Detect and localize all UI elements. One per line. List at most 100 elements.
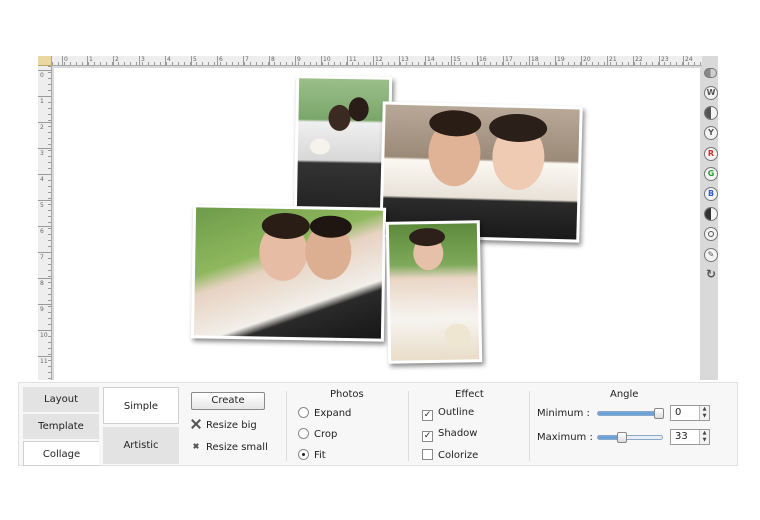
ruler-tick: 13 xyxy=(399,56,409,66)
radio-button[interactable] xyxy=(298,407,309,418)
wedding-photo-image xyxy=(193,207,384,339)
effect-option-shadow[interactable]: ✓ Shadow xyxy=(422,428,477,442)
option-label: Expand xyxy=(314,408,352,419)
tab-artistic[interactable]: Artistic xyxy=(103,427,179,464)
refresh-icon[interactable]: ↻ xyxy=(704,268,718,282)
wedding-photo-image xyxy=(388,223,480,361)
slider-thumb[interactable] xyxy=(654,408,664,419)
photos-option-expand[interactable]: Expand xyxy=(298,407,351,420)
ruler-left: 0 1 2 3 4 5 6 7 8 9 10 11 xyxy=(38,66,52,380)
ruler-tick: 11 xyxy=(347,56,357,66)
photos-option-fit[interactable]: Fit xyxy=(298,449,326,462)
ruler-tick: 15 xyxy=(451,56,461,66)
shrink-arrows-icon xyxy=(190,440,202,452)
tab-template[interactable]: Template xyxy=(23,414,99,439)
angle-group-title: Angle xyxy=(610,389,639,400)
collage-photo[interactable] xyxy=(190,204,387,342)
option-label: Colorize xyxy=(438,450,479,461)
ruler-tick: 5 xyxy=(191,56,197,66)
photos-group-title: Photos xyxy=(330,389,364,400)
ruler-tick: 9 xyxy=(38,304,52,313)
checkbox[interactable]: ✓ xyxy=(422,410,433,421)
ruler-tick: 12 xyxy=(373,56,383,66)
option-label: Outline xyxy=(438,407,475,418)
option-label: Shadow xyxy=(438,428,478,439)
resize-big-label: Resize big xyxy=(206,420,257,431)
stepper-value: 33 xyxy=(675,431,688,442)
ruler-tick: 17 xyxy=(503,56,513,66)
minimum-label: Minimum : xyxy=(537,408,590,419)
stepper-arrows-icon[interactable]: ▲ ▼ xyxy=(699,430,709,444)
ruler-tick: 7 xyxy=(243,56,249,66)
effect-option-outline[interactable]: ✓ Outline xyxy=(422,407,474,421)
maximum-angle-slider[interactable] xyxy=(597,432,663,443)
wedding-photo-image xyxy=(382,104,580,240)
minimum-angle-stepper[interactable]: 0 ▲ ▼ xyxy=(670,405,710,421)
ruler-tick: 18 xyxy=(529,56,539,66)
ruler-tick: 19 xyxy=(555,56,565,66)
create-button[interactable]: Create xyxy=(191,392,265,410)
ruler-tick: 3 xyxy=(38,148,52,157)
effect-option-colorize[interactable]: Colorize xyxy=(422,449,478,462)
ruler-tick: 0 xyxy=(38,70,52,79)
maximum-angle-stepper[interactable]: 33 ▲ ▼ xyxy=(670,429,710,445)
photos-option-crop[interactable]: Crop xyxy=(298,428,337,441)
ruler-tick: 16 xyxy=(477,56,487,66)
collage-canvas[interactable] xyxy=(54,68,700,380)
toggle-switch[interactable] xyxy=(704,68,717,78)
collage-photo[interactable] xyxy=(293,75,393,219)
divider xyxy=(286,391,287,461)
ruler-tick: 0 xyxy=(62,56,68,66)
ruler-tick: 5 xyxy=(38,200,52,209)
ruler-tick: 4 xyxy=(38,174,52,183)
resize-small-label: Resize small xyxy=(206,442,268,453)
ruler-tick: 11 xyxy=(38,356,52,365)
red-channel-icon[interactable]: R xyxy=(704,147,718,161)
canvas-frame: 0 1 2 3 4 5 6 7 8 9 10 11 12 13 14 15 16… xyxy=(38,56,718,380)
option-label: Fit xyxy=(314,450,326,461)
tab-collage[interactable]: Collage xyxy=(23,441,99,466)
ruler-tick: 24 xyxy=(683,56,693,66)
divider xyxy=(529,391,530,461)
stepper-arrows-icon[interactable]: ▲ ▼ xyxy=(699,406,709,420)
collage-photo[interactable] xyxy=(385,220,483,364)
checkbox[interactable] xyxy=(422,449,433,460)
option-label: Crop xyxy=(314,429,338,440)
ruler-tick: 14 xyxy=(425,56,435,66)
ruler-tick: 8 xyxy=(38,278,52,287)
slider-thumb[interactable] xyxy=(617,432,628,443)
ruler-tick: 7 xyxy=(38,252,52,261)
ruler-top: 0 1 2 3 4 5 6 7 8 9 10 11 12 13 14 15 16… xyxy=(52,56,702,66)
blue-channel-icon[interactable]: B xyxy=(704,187,718,201)
tab-simple[interactable]: Simple xyxy=(103,387,179,424)
stepper-value: 0 xyxy=(675,407,682,418)
radio-button-selected[interactable] xyxy=(298,449,309,460)
checkbox[interactable]: ✓ xyxy=(422,431,433,442)
minimum-angle-slider[interactable] xyxy=(597,408,664,419)
ruler-tick: 23 xyxy=(659,56,669,66)
brightness-icon[interactable]: W xyxy=(704,86,718,100)
radio-button[interactable] xyxy=(298,428,309,439)
ruler-tick: 10 xyxy=(38,330,52,339)
contrast-icon[interactable] xyxy=(704,106,718,120)
pen-icon[interactable]: ✎ xyxy=(704,248,718,262)
collage-control-panel: Layout Template Collage Simple Artistic … xyxy=(18,382,738,466)
resize-small-button[interactable]: Resize small xyxy=(190,440,268,455)
maximum-label: Maximum : xyxy=(537,432,593,443)
yellow-channel-icon[interactable]: Y xyxy=(704,126,718,140)
slider-fill xyxy=(598,412,662,415)
ruler-tick: 2 xyxy=(38,122,52,131)
collage-mode-tabs: Simple Artistic xyxy=(103,387,181,464)
ruler-corner xyxy=(38,56,52,66)
target-icon[interactable] xyxy=(704,227,718,241)
ruler-tick: 6 xyxy=(217,56,223,66)
resize-big-button[interactable]: Resize big xyxy=(190,418,257,433)
tab-layout[interactable]: Layout xyxy=(23,387,99,412)
ruler-tick: 9 xyxy=(295,56,301,66)
green-channel-icon[interactable]: G xyxy=(704,167,718,181)
divider xyxy=(408,391,409,461)
ruler-tick: 3 xyxy=(139,56,145,66)
effect-group-title: Effect xyxy=(455,389,484,400)
half-circle-icon[interactable] xyxy=(704,207,718,221)
ruler-tick: 22 xyxy=(633,56,643,66)
